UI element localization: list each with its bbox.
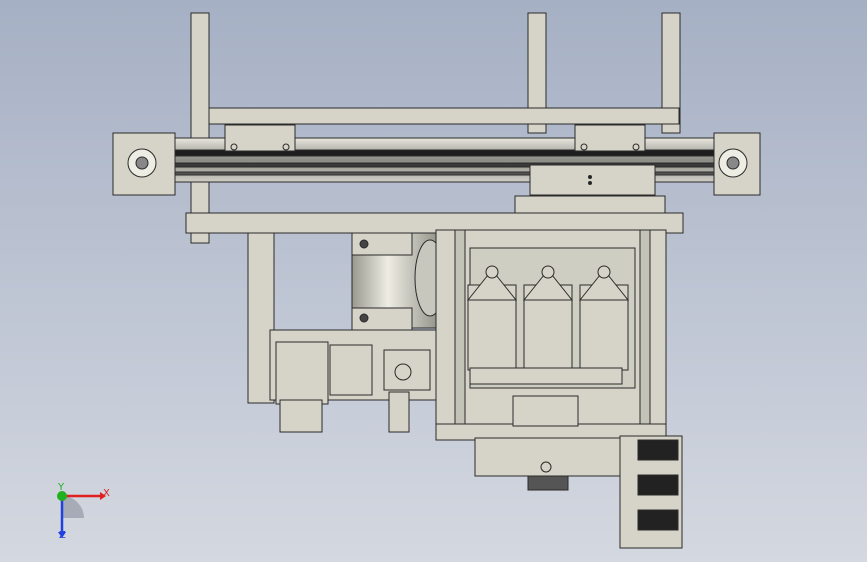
x-axis-label: X <box>103 488 110 499</box>
valve-module-1 <box>275 341 329 405</box>
slider-block <box>529 164 656 196</box>
valve-module-2 <box>329 344 373 396</box>
cad-assembly-model[interactable] <box>0 0 867 562</box>
top-crossbar <box>208 107 680 125</box>
cad-viewport[interactable]: X Y Z <box>0 0 867 562</box>
y-axis-label: Y <box>58 482 65 493</box>
z-axis-label: Z <box>59 530 66 541</box>
upright-left <box>190 12 210 244</box>
